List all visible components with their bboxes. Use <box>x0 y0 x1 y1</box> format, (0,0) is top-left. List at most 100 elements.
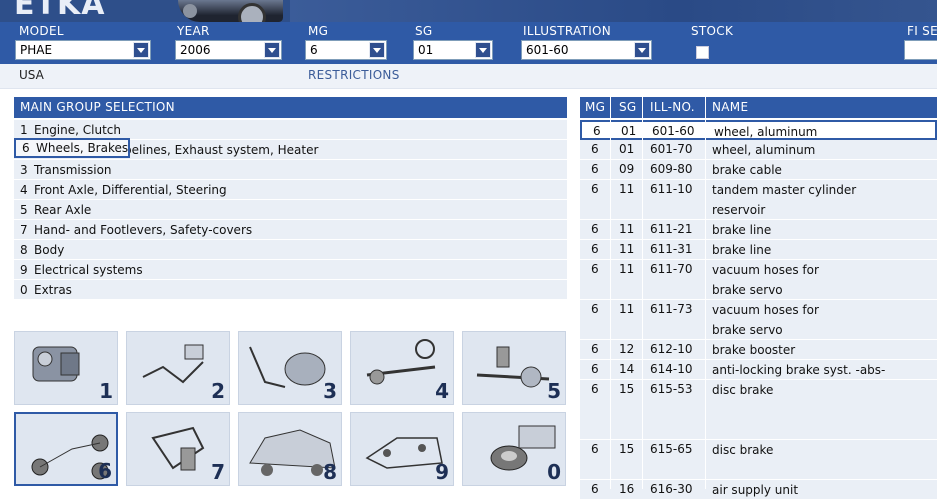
main-group-thumbnail-9[interactable]: 9 <box>350 412 454 486</box>
mg-cell: 6 <box>591 342 599 356</box>
sg-cell: 11 <box>619 222 635 236</box>
sg-cell: 09 <box>619 162 635 176</box>
main-group-thumbnail-0[interactable]: 0 <box>462 412 566 486</box>
name-cell: wheel, aluminum <box>714 122 817 142</box>
thumbnail-number: 4 <box>435 379 449 403</box>
parts-table-row[interactable]: 6 11 611-21 brake line <box>580 220 937 240</box>
stock-label: STOCK <box>691 24 734 38</box>
chevron-down-icon[interactable] <box>264 42 280 58</box>
restrictions-link[interactable]: RESTRICTIONS <box>308 68 400 82</box>
main-group-item-4[interactable]: 4 Front Axle, Differential, Steering <box>14 180 567 200</box>
main-group-number: 1 <box>20 123 28 137</box>
mg-label: MG <box>308 24 329 38</box>
name-cell: vacuum hoses for brake servo <box>712 300 819 340</box>
sg-cell: 11 <box>619 302 635 316</box>
name-line <box>712 400 773 420</box>
column-header-ill-no[interactable]: ILL-NO. <box>650 100 695 114</box>
ill-no-cell: 601-60 <box>652 124 695 138</box>
main-group-label: Transmission <box>34 163 112 177</box>
main-group-number: 9 <box>20 263 28 277</box>
column-divider <box>642 97 643 489</box>
sg-cell: 15 <box>619 382 635 396</box>
column-header-sg[interactable]: SG <box>619 100 637 114</box>
parts-table-row[interactable]: 6 12 612-10 brake booster <box>580 340 937 360</box>
chevron-down-icon[interactable] <box>634 42 650 58</box>
name-line: brake booster <box>712 343 796 357</box>
parts-table-row[interactable]: 6 01 601-60 wheel, aluminum <box>580 120 937 140</box>
chevron-down-icon[interactable] <box>475 42 491 58</box>
parts-table-row[interactable]: 6 15 615-65 disc brake <box>580 440 937 480</box>
app-banner: ETKA <box>0 0 937 22</box>
main-group-item-8[interactable]: 8 Body <box>14 240 567 260</box>
main-group-number: 6 <box>22 141 30 155</box>
parts-table-row[interactable]: 6 16 616-30 air supply unit <box>580 480 937 500</box>
ill-no-cell: 611-31 <box>650 242 693 256</box>
sg-cell: 11 <box>619 242 635 256</box>
parts-table-row[interactable]: 6 15 615-53 disc brake <box>580 380 937 440</box>
main-group-thumbnail-2[interactable]: 2 <box>126 331 230 405</box>
parts-table-header: MG SG ILL-NO. NAME <box>580 97 937 118</box>
stock-checkbox[interactable] <box>696 46 709 59</box>
thumbnail-number: 8 <box>323 460 337 484</box>
car-image <box>178 0 283 22</box>
main-group-item-5[interactable]: 5 Rear Axle <box>14 200 567 220</box>
thumbnail-number: 2 <box>211 379 225 403</box>
year-select[interactable]: 2006 <box>175 40 282 60</box>
fi-input[interactable] <box>904 40 937 60</box>
name-cell: vacuum hoses for brake servo <box>712 260 819 300</box>
parts-table-row[interactable]: 6 14 614-10 anti-locking brake syst. -abs- <box>580 360 937 380</box>
main-group-thumbnail-7[interactable]: 7 <box>126 412 230 486</box>
ill-no-cell: 611-21 <box>650 222 693 236</box>
name-cell: brake cable <box>712 160 782 180</box>
parts-table-row[interactable]: 6 11 611-70 vacuum hoses for brake servo <box>580 260 937 300</box>
mg-cell: 6 <box>591 242 599 256</box>
mg-cell: 6 <box>591 262 599 276</box>
sg-select[interactable]: 01 <box>413 40 493 60</box>
main-group-item-9[interactable]: 9 Electrical systems <box>14 260 567 280</box>
name-line: brake line <box>712 243 772 257</box>
model-select[interactable]: PHAE <box>15 40 151 60</box>
name-line: brake line <box>712 223 772 237</box>
main-group-item-1[interactable]: 1 Engine, Clutch <box>14 120 567 140</box>
main-group-thumbnail-4[interactable]: 4 <box>350 331 454 405</box>
thumbnail-number: 1 <box>99 379 113 403</box>
main-group-thumbnail-6[interactable]: 6 <box>14 412 118 486</box>
main-group-item-6[interactable]: 6 Wheels, Brakes <box>14 138 131 158</box>
mg-cell: 6 <box>591 302 599 316</box>
name-line: disc brake <box>712 383 774 397</box>
name-line: disc brake <box>712 443 774 457</box>
sg-cell: 11 <box>619 262 635 276</box>
illustration-select[interactable]: 601-60 <box>521 40 652 60</box>
main-group-thumbnail-1[interactable]: 1 <box>14 331 118 405</box>
thumbnail-number: 7 <box>211 460 225 484</box>
name-cell: tandem master cylinder reservoir <box>712 180 856 220</box>
main-group-item-0[interactable]: 0 Extras <box>14 280 567 300</box>
parts-table-row[interactable]: 6 11 611-31 brake line <box>580 240 937 260</box>
name-line <box>712 420 773 440</box>
parts-table-row[interactable]: 6 01 601-70 wheel, aluminum <box>580 140 937 160</box>
chevron-down-icon[interactable] <box>133 42 149 58</box>
country-label: USA <box>19 68 44 82</box>
main-group-number: 5 <box>20 203 28 217</box>
parts-table-row[interactable]: 6 11 611-10 tandem master cylinder reservoir <box>580 180 937 220</box>
ill-no-cell: 614-10 <box>650 362 693 376</box>
mg-cell: 6 <box>591 482 599 496</box>
name-cell: brake booster <box>712 340 795 360</box>
parts-table-row[interactable]: 6 09 609-80 brake cable <box>580 160 937 180</box>
app-logo: ETKA <box>14 0 106 22</box>
chevron-down-icon[interactable] <box>369 42 385 58</box>
parts-table-row[interactable]: 6 11 611-73 vacuum hoses for brake servo <box>580 300 937 340</box>
main-group-number: 0 <box>20 283 28 297</box>
column-header-name[interactable]: NAME <box>712 100 748 114</box>
main-group-thumbnail-5[interactable]: 5 <box>462 331 566 405</box>
mg-select[interactable]: 6 <box>305 40 387 60</box>
illustration-label: ILLUSTRATION <box>523 24 612 38</box>
mg-cell: 6 <box>591 222 599 236</box>
main-group-thumbnail-3[interactable]: 3 <box>238 331 342 405</box>
main-group-item-7[interactable]: 7 Hand- and Footlevers, Safety-covers <box>14 220 567 240</box>
main-group-thumbnail-8[interactable]: 8 <box>238 412 342 486</box>
thumbnail-number: 3 <box>323 379 337 403</box>
main-group-item-3[interactable]: 3 Transmission <box>14 160 567 180</box>
ill-no-cell: 601-70 <box>650 142 693 156</box>
column-header-mg[interactable]: MG <box>585 100 605 114</box>
